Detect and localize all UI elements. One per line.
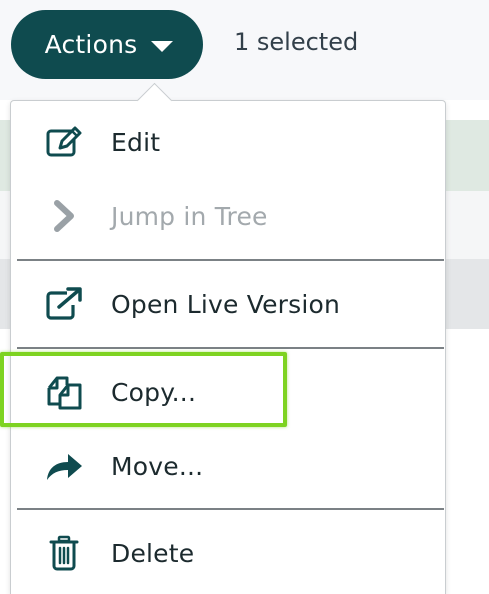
menu-divider [17, 347, 444, 349]
caret-down-icon [151, 40, 174, 52]
menu-item-label: Edit [111, 127, 161, 157]
move-arrow-icon [43, 445, 85, 487]
menu-divider [17, 259, 444, 261]
trash-icon [43, 532, 85, 574]
menu-divider [17, 508, 444, 510]
selection-status: 1 selected [234, 28, 359, 56]
actions-button-label: Actions [44, 30, 138, 59]
actions-button[interactable]: Actions [11, 10, 203, 79]
menu-item-jump-in-tree: Jump in Tree [11, 181, 444, 251]
menu-item-label: Jump in Tree [111, 201, 268, 231]
edit-icon [43, 121, 85, 163]
menu-item-move[interactable]: Move... [11, 431, 444, 501]
external-link-icon [43, 283, 85, 325]
chevron-right-icon [43, 195, 85, 237]
menu-item-open-live-version[interactable]: Open Live Version [11, 269, 444, 339]
menu-item-delete[interactable]: Delete [11, 518, 444, 588]
menu-item-label: Move... [111, 451, 204, 481]
toolbar: Actions 1 selected [0, 0, 489, 92]
actions-menu: Edit Jump in Tree Open Live Version Copy… [10, 100, 446, 594]
menu-item-edit[interactable]: Edit [11, 107, 444, 177]
menu-item-label: Delete [111, 538, 195, 568]
highlight-box [0, 352, 287, 427]
menu-item-label: Open Live Version [111, 289, 341, 319]
